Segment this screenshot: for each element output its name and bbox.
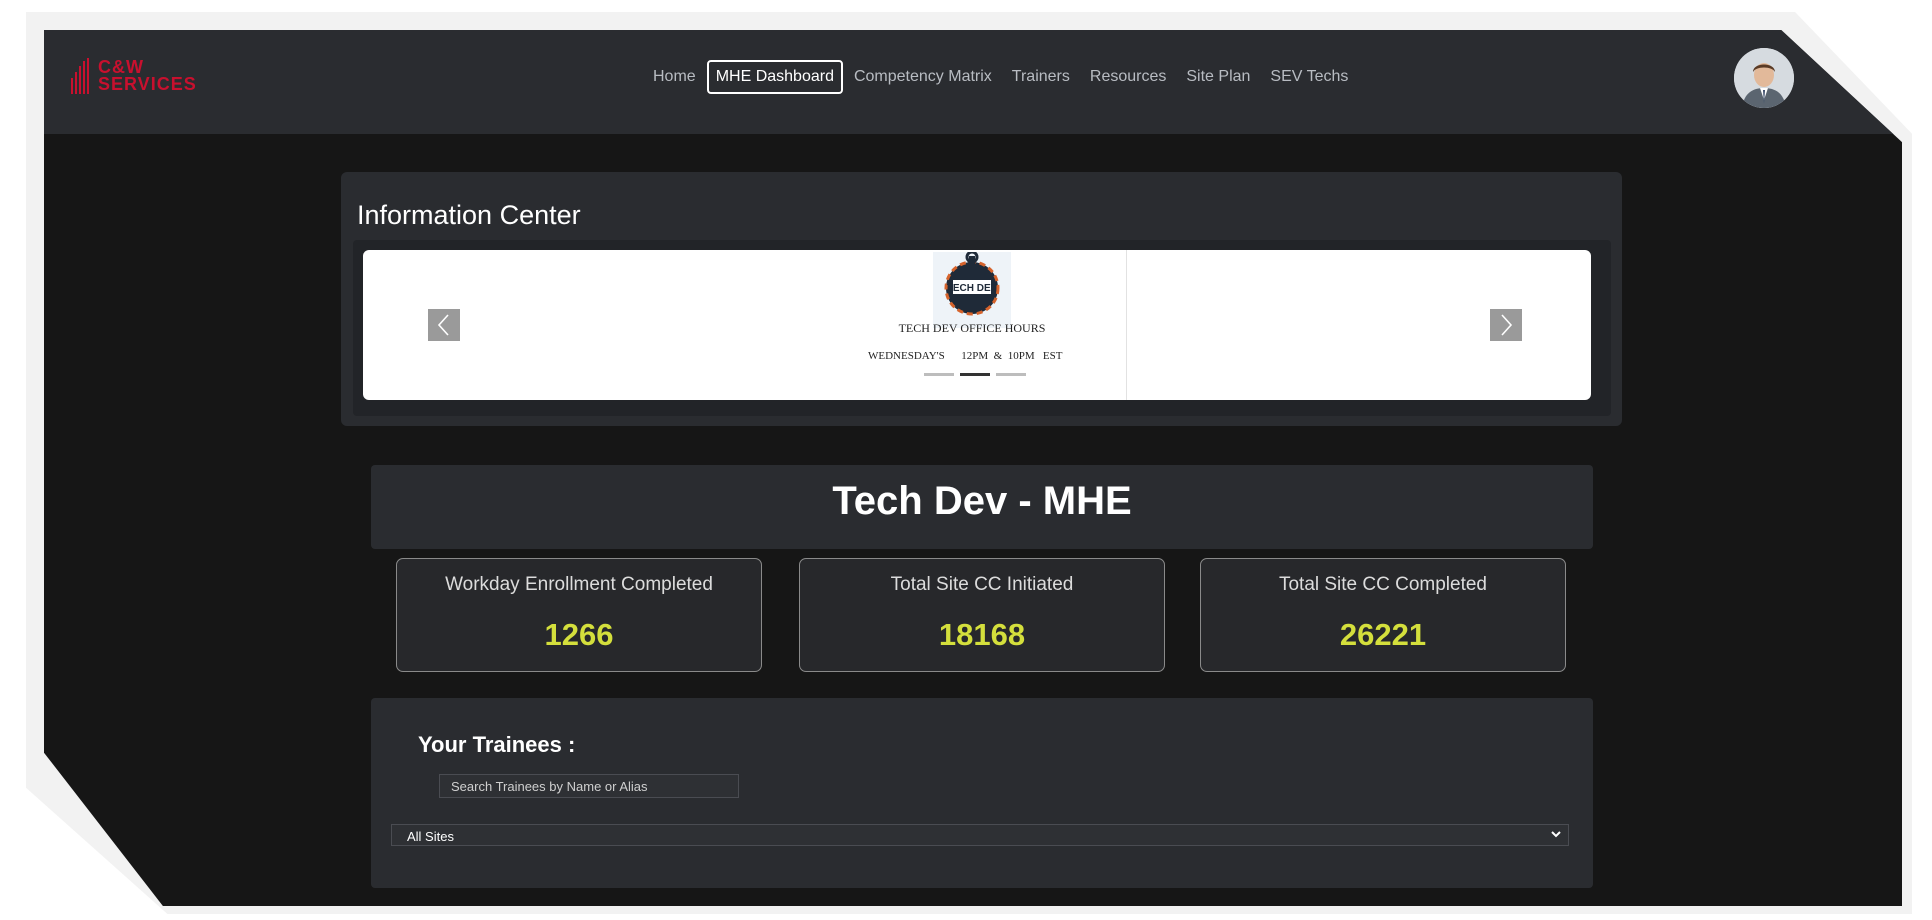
cw-bars-logo-icon bbox=[71, 58, 89, 94]
site-select-value: All Sites bbox=[407, 829, 454, 844]
chevron-right-icon bbox=[1501, 314, 1513, 336]
stat-card-site-cc-completed: Total Site CC Completed 26221 bbox=[1200, 558, 1566, 672]
nav-resources[interactable]: Resources bbox=[1081, 60, 1175, 94]
brand-logo[interactable]: C&W SERVICES bbox=[70, 58, 197, 94]
dashboard-title: Tech Dev - MHE bbox=[832, 479, 1132, 523]
stat-value: 18168 bbox=[938, 617, 1026, 652]
trainees-title: Your Trainees : bbox=[418, 732, 576, 757]
tech-dev-logo-icon: TECH DEV bbox=[933, 252, 1011, 328]
user-avatar-icon bbox=[1734, 48, 1794, 108]
app-window: C&W SERVICES Home MHE Dashboard Competen… bbox=[44, 30, 1902, 906]
user-avatar[interactable] bbox=[1734, 48, 1794, 108]
nav-trainers[interactable]: Trainers bbox=[1003, 60, 1079, 94]
chevron-left-icon bbox=[437, 314, 449, 336]
trainees-panel: Your Trainees : All Sites bbox=[371, 698, 1593, 888]
stat-label: Total Site CC Initiated bbox=[890, 574, 1074, 595]
slide-hours-day: WEDNESDAY'S bbox=[868, 350, 945, 362]
stat-label: Total Site CC Completed bbox=[1278, 574, 1488, 595]
main-nav: Home MHE Dashboard Competency Matrix Tra… bbox=[644, 60, 1359, 94]
brand-name: C&W SERVICES bbox=[98, 58, 197, 94]
nav-mhe-dashboard[interactable]: MHE Dashboard bbox=[706, 60, 843, 94]
nav-site-plan[interactable]: Site Plan bbox=[1177, 60, 1259, 94]
trainee-search-input[interactable] bbox=[439, 774, 739, 798]
carousel-indicators bbox=[924, 373, 1032, 376]
site-select[interactable]: All Sites bbox=[391, 824, 1569, 846]
slide-heading: TECH DEV OFFICE HOURS bbox=[898, 321, 1046, 335]
nav-competency-matrix[interactable]: Competency Matrix bbox=[845, 60, 1001, 94]
dashboard-title-card: Tech Dev - MHE bbox=[371, 465, 1593, 549]
carousel-indicator[interactable] bbox=[996, 373, 1026, 376]
chevron-down-icon bbox=[1551, 831, 1561, 838]
information-center-title: Information Center bbox=[357, 200, 581, 230]
information-center-panel: Information Center TECH DEV TECH DEV OFF… bbox=[341, 172, 1622, 426]
tech-dev-logo-text: TECH DEV bbox=[947, 283, 998, 294]
carousel-indicator-active[interactable] bbox=[960, 373, 990, 376]
top-navbar: C&W SERVICES Home MHE Dashboard Competen… bbox=[44, 30, 1902, 134]
stat-value: 26221 bbox=[1339, 617, 1427, 652]
slide-hours: WEDNESDAY'S 12PM & 10PM EST bbox=[868, 350, 1062, 362]
stat-card-workday-enrollment: Workday Enrollment Completed 1266 bbox=[396, 558, 762, 672]
brand-line-2: SERVICES bbox=[98, 74, 197, 94]
stat-card-site-cc-initiated: Total Site CC Initiated 18168 bbox=[799, 558, 1165, 672]
carousel-container: TECH DEV TECH DEV OFFICE HOURS WEDNESDAY… bbox=[353, 240, 1611, 416]
stat-label: Workday Enrollment Completed bbox=[445, 574, 713, 595]
carousel-prev-button[interactable] bbox=[428, 309, 460, 341]
carousel[interactable]: TECH DEV TECH DEV OFFICE HOURS WEDNESDAY… bbox=[363, 250, 1591, 400]
stat-value: 1266 bbox=[544, 617, 614, 652]
slide-hours-times: 12PM & 10PM EST bbox=[961, 350, 1063, 362]
carousel-next-button[interactable] bbox=[1490, 309, 1522, 341]
carousel-indicator[interactable] bbox=[924, 373, 954, 376]
nav-sev-techs[interactable]: SEV Techs bbox=[1261, 60, 1357, 94]
nav-home[interactable]: Home bbox=[644, 60, 705, 94]
